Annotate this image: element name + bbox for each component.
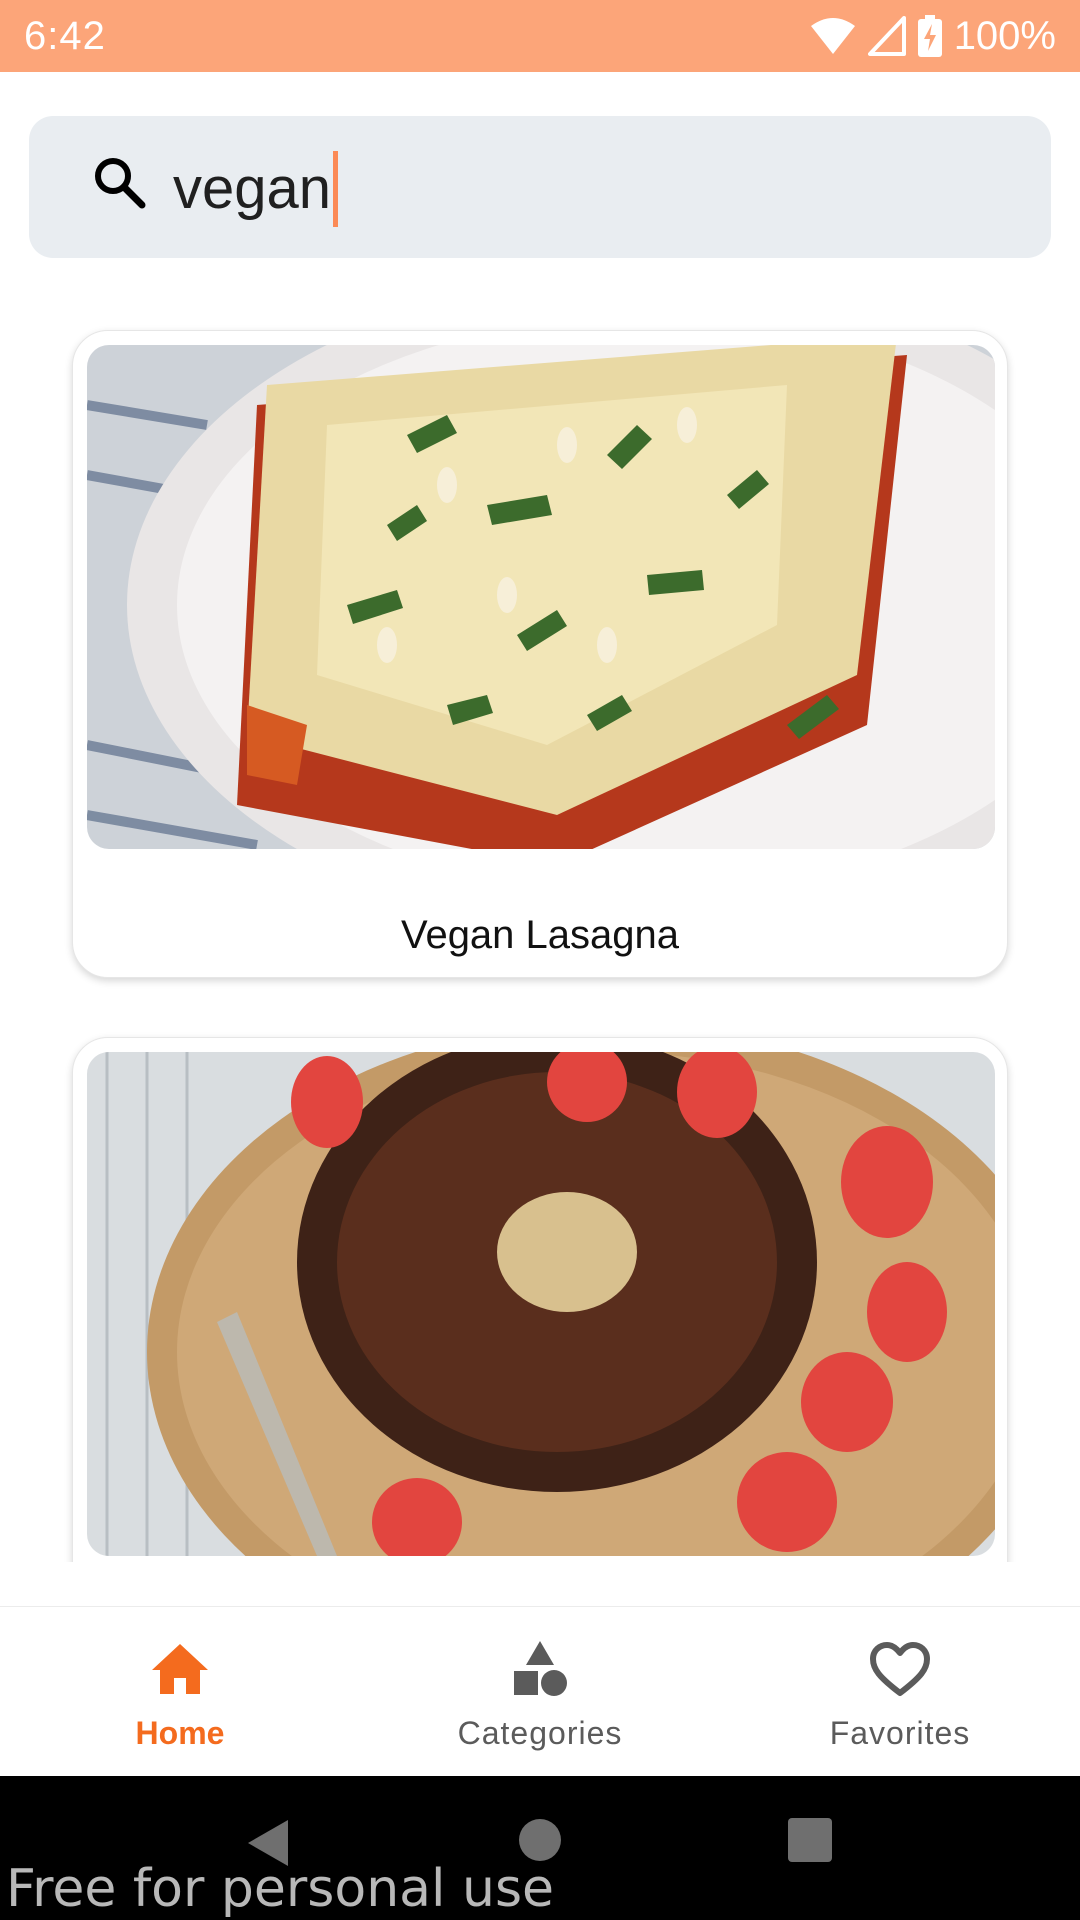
- signal-icon: [867, 16, 906, 56]
- recipe-image: [87, 345, 995, 849]
- status-time: 6:42: [24, 14, 106, 58]
- recents-icon[interactable]: [788, 1818, 832, 1867]
- battery-percentage: 100%: [953, 14, 1056, 58]
- nav-item-home[interactable]: Home: [0, 1607, 360, 1777]
- search-input[interactable]: vegan: [173, 150, 339, 228]
- wifi-icon: [810, 18, 855, 54]
- status-bar: 6:42 100%: [0, 0, 1080, 72]
- nav-label-home: Home: [135, 1715, 225, 1751]
- nav-label-categories: Categories: [457, 1715, 623, 1751]
- bottom-navigation: Home Categories Favorites: [0, 1606, 1080, 1776]
- nav-item-categories[interactable]: Categories: [360, 1607, 720, 1777]
- recipe-title: Vegan Lasagna: [400, 913, 680, 957]
- heart-outline-icon: [870, 1642, 930, 1696]
- recipe-card[interactable]: Vegan Lasagna: [72, 330, 1008, 978]
- text-caret: [333, 151, 339, 227]
- search-input-value: vegan: [173, 156, 332, 221]
- watermark-text: Free for personal use: [6, 1859, 555, 1919]
- results-list[interactable]: Vegan Lasagna: [0, 300, 1080, 1562]
- home-icon: [152, 1644, 208, 1694]
- recipe-card[interactable]: [72, 1037, 1008, 1562]
- search-icon[interactable]: [92, 155, 148, 216]
- nav-item-favorites[interactable]: Favorites: [720, 1607, 1080, 1777]
- nav-label-favorites: Favorites: [829, 1715, 971, 1751]
- recipe-image: [87, 1052, 995, 1556]
- shapes-icon: [514, 1641, 567, 1696]
- battery-charging-icon: [917, 15, 942, 57]
- status-icons: 100%: [810, 12, 1056, 60]
